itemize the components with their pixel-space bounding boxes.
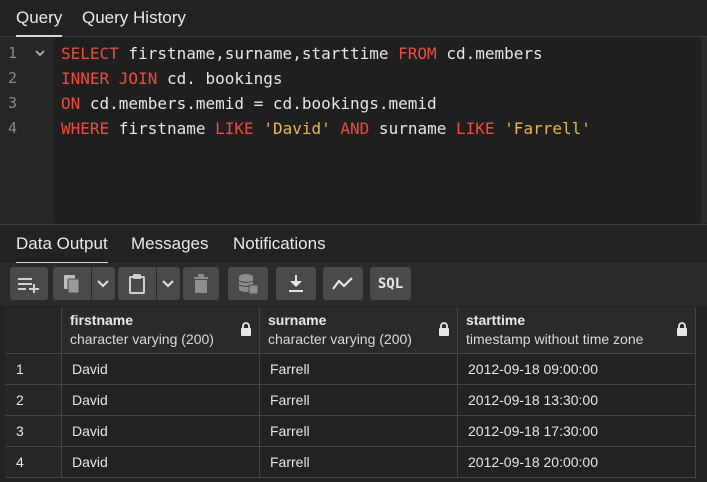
sql-keyword: LIKE [456, 119, 495, 138]
table-cell[interactable]: 2012-09-18 13:30:00 [458, 385, 696, 416]
query-tabs-bar: Query Query History [0, 0, 707, 37]
table-cell[interactable]: Farrell [260, 354, 458, 385]
row-number[interactable]: 2 [5, 385, 62, 416]
line-number: 3 [8, 94, 18, 112]
lock-icon [241, 322, 251, 336]
table-cell[interactable]: David [62, 416, 260, 447]
editor-scrollbar[interactable] [701, 37, 707, 223]
tab-data-output[interactable]: Data Output [16, 225, 108, 264]
sql-keyword: ON [61, 94, 81, 113]
row-number[interactable]: 3 [5, 416, 62, 447]
code-line[interactable]: ON cd.members.memid = cd.bookings.memid [61, 91, 591, 116]
sql-string: 'Farrell' [504, 119, 591, 138]
sql-identifier [331, 119, 341, 138]
line-number: 4 [8, 119, 18, 137]
row-number-header[interactable] [5, 307, 62, 354]
add-row-button[interactable] [10, 267, 48, 300]
sql-identifier: surname [369, 119, 456, 138]
paste-split-button[interactable] [118, 267, 180, 300]
column-name: firstname [70, 312, 134, 328]
sql-identifier: firstname [109, 119, 216, 138]
download-icon [289, 274, 303, 292]
code-line[interactable]: WHERE firstname LIKE 'David' AND surname… [61, 116, 591, 141]
chevron-down-icon [97, 280, 109, 288]
line-number: 1 [8, 44, 18, 62]
sql-button[interactable]: SQL [370, 267, 411, 300]
tab-messages[interactable]: Messages [131, 225, 208, 263]
line-number-gutter: 1 2 3 4 [0, 37, 54, 223]
table-cell[interactable]: 2012-09-18 20:00:00 [458, 447, 696, 478]
save-data-button[interactable] [228, 267, 268, 300]
table-cell[interactable]: David [62, 385, 260, 416]
line-number: 2 [8, 69, 18, 87]
column-header-starttime[interactable]: starttime timestamp without time zone [458, 307, 696, 354]
sql-string: 'David' [263, 119, 331, 138]
trash-icon [194, 273, 208, 293]
sql-identifier: firstname,surname,starttime [118, 44, 399, 63]
sql-keyword: SELECT [61, 44, 119, 63]
fold-chevron-icon[interactable] [35, 42, 45, 67]
sql-keyword: LIKE [215, 119, 254, 138]
sql-identifier [495, 119, 505, 138]
delete-row-button[interactable] [183, 267, 219, 300]
table-cell[interactable]: Farrell [260, 447, 458, 478]
sql-code[interactable]: SELECT firstname,surname,starttime FROM … [61, 41, 591, 141]
tab-notifications[interactable]: Notifications [233, 225, 326, 263]
tab-query-history[interactable]: Query History [82, 0, 186, 36]
code-line[interactable]: INNER JOIN cd. bookings [61, 66, 591, 91]
copy-icon [64, 274, 80, 293]
sql-keyword: WHERE [61, 119, 110, 138]
lock-icon [439, 322, 449, 336]
sql-identifier: cd. bookings [157, 69, 283, 88]
database-save-icon [238, 273, 259, 294]
graph-visualiser-button[interactable] [323, 267, 363, 300]
line-chart-icon [332, 276, 353, 290]
chevron-down-icon [162, 280, 174, 288]
column-name: surname [268, 312, 327, 328]
sql-keyword: AND [340, 119, 370, 138]
code-line[interactable]: SELECT firstname,surname,starttime FROM … [61, 41, 591, 66]
copy-split-button[interactable] [53, 267, 115, 300]
column-type: character varying (200) [268, 331, 412, 347]
sql-identifier: cd.members [436, 44, 543, 63]
table-cell[interactable]: 2012-09-18 17:30:00 [458, 416, 696, 447]
sql-label: SQL [377, 275, 404, 292]
column-name: starttime [466, 312, 526, 328]
table-cell[interactable]: Farrell [260, 385, 458, 416]
table-cell[interactable]: Farrell [260, 416, 458, 447]
clipboard-icon [129, 273, 145, 294]
table-cell[interactable]: 2012-09-18 09:00:00 [458, 354, 696, 385]
download-button[interactable] [276, 267, 316, 300]
table-cell[interactable]: David [62, 447, 260, 478]
lock-icon [677, 322, 687, 336]
row-number[interactable]: 4 [5, 447, 62, 478]
sql-editor[interactable]: 1 2 3 4 SELECT firstname,surname,startti… [0, 37, 707, 223]
column-type: character varying (200) [70, 331, 214, 347]
sql-keyword: INNER JOIN [61, 69, 158, 88]
sql-identifier [254, 119, 264, 138]
results-tabs-bar: Data Output Messages Notifications [0, 224, 707, 264]
tab-query[interactable]: Query [16, 0, 63, 37]
sql-identifier: cd.members.memid = cd.bookings.memid [80, 94, 437, 113]
column-header-surname[interactable]: surname character varying (200) [260, 307, 458, 354]
results-grid[interactable]: firstname character varying (200) surnam… [5, 307, 696, 482]
add-row-icon [18, 277, 39, 293]
column-type: timestamp without time zone [466, 331, 644, 347]
data-output-toolbar: SQL [0, 263, 707, 306]
table-cell[interactable]: David [62, 354, 260, 385]
sql-keyword: FROM [398, 44, 437, 63]
row-number[interactable]: 1 [5, 354, 62, 385]
column-header-firstname[interactable]: firstname character varying (200) [62, 307, 260, 354]
